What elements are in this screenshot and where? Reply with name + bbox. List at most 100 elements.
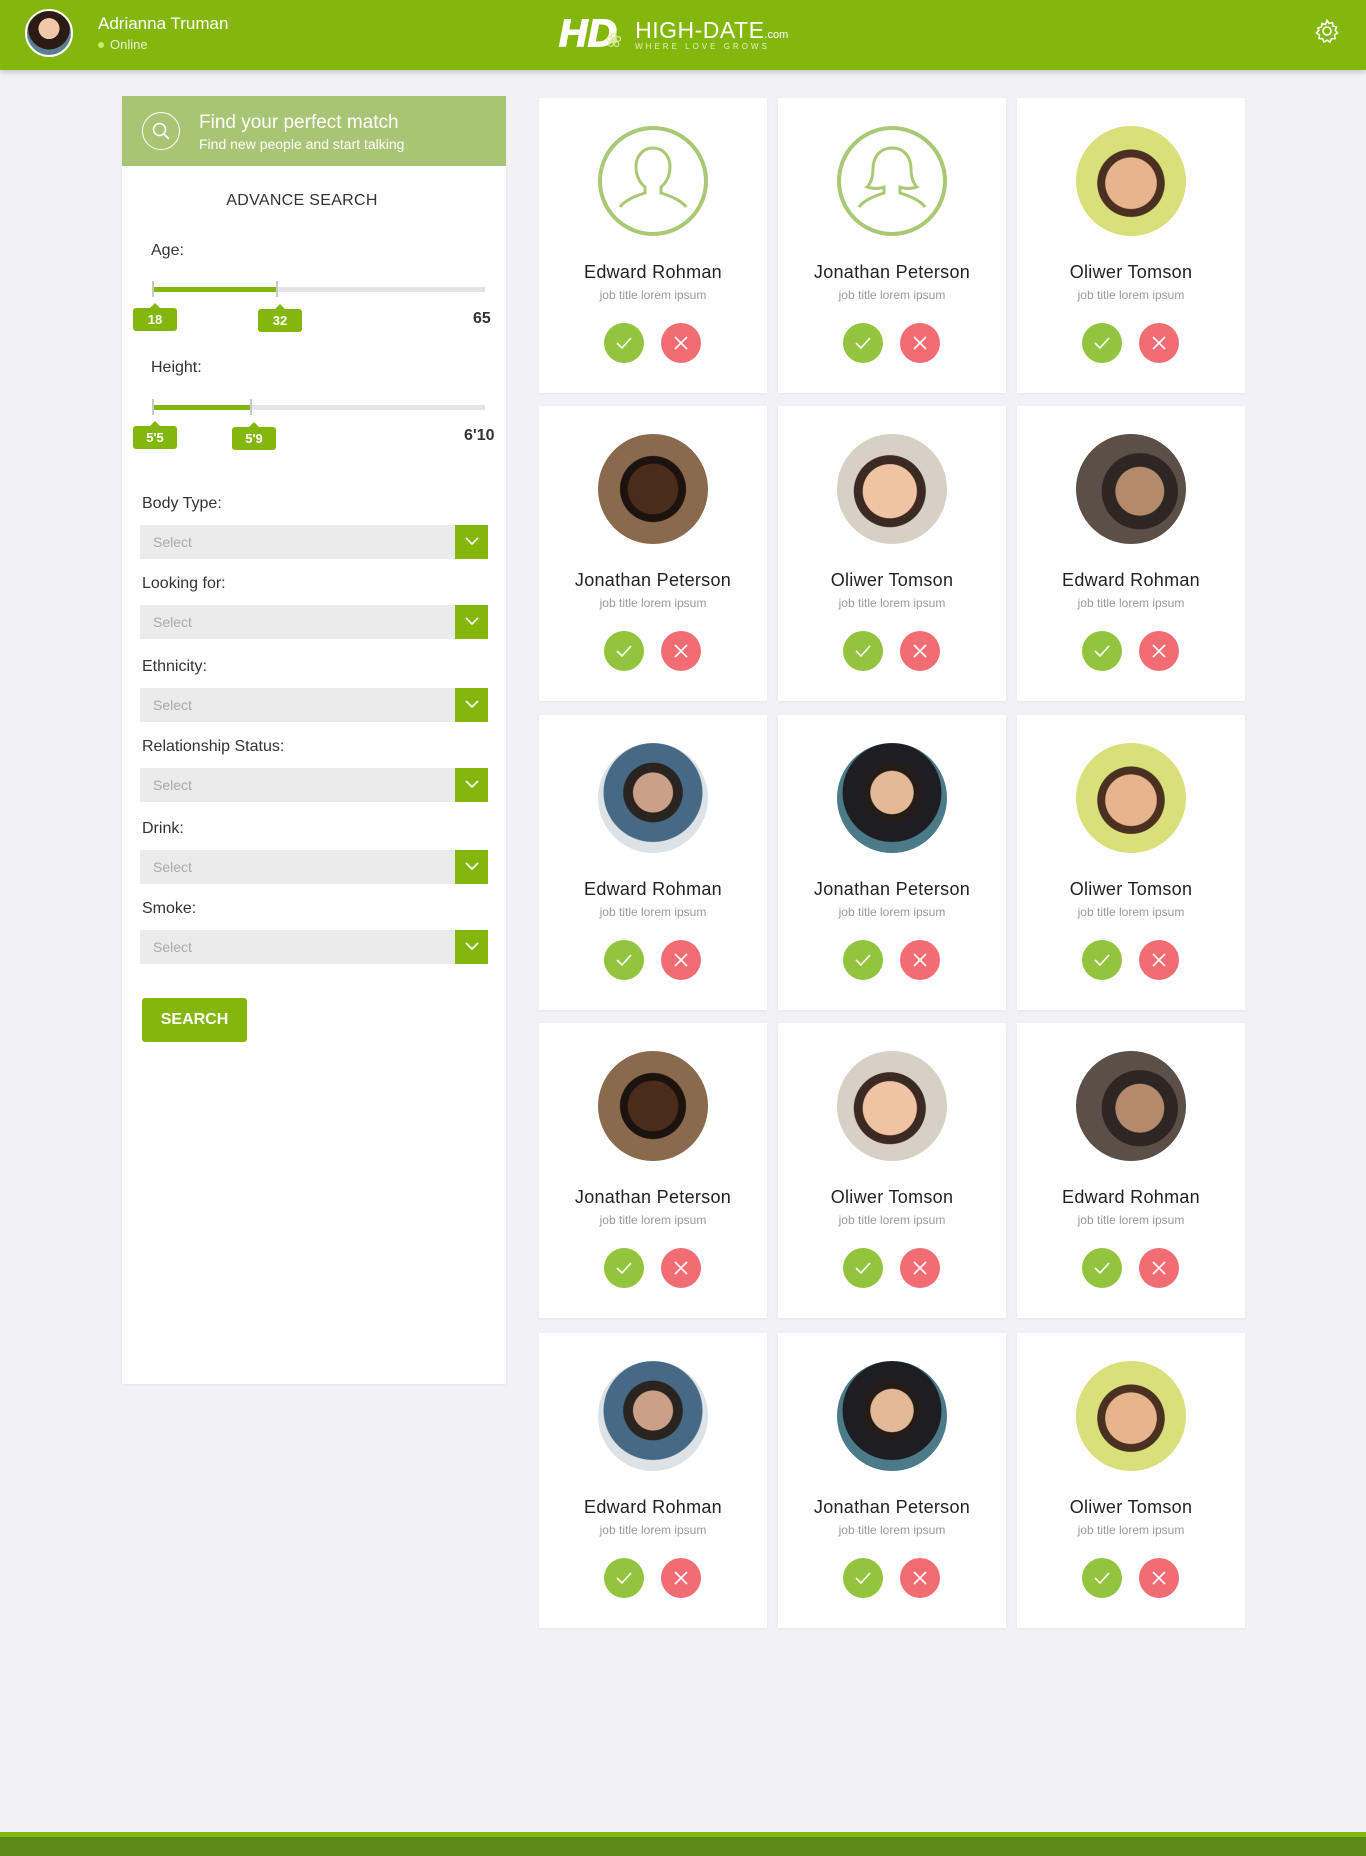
profile-card[interactable]: Oliwer Tomson job title lorem ipsum xyxy=(1017,715,1245,1010)
profile-photo[interactable] xyxy=(837,434,947,544)
check-icon[interactable] xyxy=(843,940,883,980)
check-icon[interactable] xyxy=(604,940,644,980)
age-max-handle[interactable] xyxy=(276,281,278,297)
profile-card[interactable]: Jonathan Peterson job title lorem ipsum xyxy=(539,406,767,701)
drink-select[interactable]: Select xyxy=(140,850,488,884)
check-icon[interactable] xyxy=(843,631,883,671)
check-icon[interactable] xyxy=(1082,631,1122,671)
profile-card[interactable]: Oliwer Tomson job title lorem ipsum xyxy=(778,406,1006,701)
profile-card[interactable]: Edward Rohman job title lorem ipsum xyxy=(539,1333,767,1628)
close-icon[interactable] xyxy=(661,1558,701,1598)
profile-photo[interactable] xyxy=(1076,1361,1186,1471)
profile-name[interactable]: Edward Rohman xyxy=(539,262,767,283)
profile-name[interactable]: Oliwer Tomson xyxy=(778,1187,1006,1208)
close-icon[interactable] xyxy=(661,1248,701,1288)
profile-card[interactable]: Jonathan Peterson job title lorem ipsum xyxy=(778,98,1006,393)
profile-name[interactable]: Jonathan Peterson xyxy=(539,1187,767,1208)
height-min-handle[interactable] xyxy=(152,399,154,415)
profile-name[interactable]: Edward Rohman xyxy=(539,1497,767,1518)
looking-for-select[interactable]: Select xyxy=(140,605,488,639)
close-icon[interactable] xyxy=(1139,940,1179,980)
profile-card[interactable]: Edward Rohman job title lorem ipsum xyxy=(539,98,767,393)
profile-card[interactable]: Edward Rohman job title lorem ipsum xyxy=(1017,1023,1245,1318)
check-icon[interactable] xyxy=(1082,940,1122,980)
close-icon[interactable] xyxy=(1139,1248,1179,1288)
user-avatar[interactable] xyxy=(25,9,73,57)
age-min-handle[interactable] xyxy=(152,281,154,297)
profile-name[interactable]: Oliwer Tomson xyxy=(1017,879,1245,900)
profile-name[interactable]: Edward Rohman xyxy=(1017,570,1245,591)
search-button[interactable]: SEARCH xyxy=(142,998,247,1042)
profile-name[interactable]: Jonathan Peterson xyxy=(778,1497,1006,1518)
close-icon[interactable] xyxy=(661,631,701,671)
profile-name[interactable]: Jonathan Peterson xyxy=(539,570,767,591)
profile-job-title: job title lorem ipsum xyxy=(1077,288,1185,302)
smoke-select[interactable]: Select xyxy=(140,930,488,964)
chevron-down-icon[interactable] xyxy=(455,605,488,639)
male-user-icon[interactable] xyxy=(598,126,708,236)
profile-photo[interactable] xyxy=(1076,434,1186,544)
check-icon[interactable] xyxy=(843,323,883,363)
check-icon[interactable] xyxy=(604,1558,644,1598)
profile-name[interactable]: Edward Rohman xyxy=(539,879,767,900)
check-icon[interactable] xyxy=(843,1558,883,1598)
profile-photo[interactable] xyxy=(598,434,708,544)
check-icon[interactable] xyxy=(604,323,644,363)
close-icon[interactable] xyxy=(900,323,940,363)
close-icon[interactable] xyxy=(1139,1558,1179,1598)
gear-icon[interactable] xyxy=(1314,18,1340,44)
chevron-down-icon[interactable] xyxy=(455,768,488,802)
profile-card[interactable]: Jonathan Peterson job title lorem ipsum xyxy=(778,715,1006,1010)
profile-name[interactable]: Oliwer Tomson xyxy=(1017,262,1245,283)
close-icon[interactable] xyxy=(900,631,940,671)
profile-card[interactable]: Oliwer Tomson job title lorem ipsum xyxy=(1017,1333,1245,1628)
profile-photo[interactable] xyxy=(1076,126,1186,236)
check-icon[interactable] xyxy=(1082,1248,1122,1288)
profile-card[interactable]: Oliwer Tomson job title lorem ipsum xyxy=(778,1023,1006,1318)
user-name[interactable]: Adrianna Truman xyxy=(98,14,228,34)
profile-job-title: job title lorem ipsum xyxy=(599,905,707,919)
profile-name[interactable]: Jonathan Peterson xyxy=(778,262,1006,283)
profile-photo[interactable] xyxy=(1076,743,1186,853)
profile-photo[interactable] xyxy=(598,1361,708,1471)
relationship-status-select[interactable]: Select xyxy=(140,768,488,802)
check-icon[interactable] xyxy=(604,631,644,671)
close-icon[interactable] xyxy=(661,940,701,980)
chevron-down-icon[interactable] xyxy=(455,850,488,884)
profile-card[interactable]: Oliwer Tomson job title lorem ipsum xyxy=(1017,98,1245,393)
close-icon[interactable] xyxy=(900,1248,940,1288)
profile-name[interactable]: Oliwer Tomson xyxy=(1017,1497,1245,1518)
height-max-handle[interactable] xyxy=(250,399,252,415)
age-slider[interactable] xyxy=(152,281,485,297)
close-icon[interactable] xyxy=(661,323,701,363)
height-slider[interactable] xyxy=(152,399,485,415)
body-type-select[interactable]: Select xyxy=(140,525,488,559)
chevron-down-icon[interactable] xyxy=(455,688,488,722)
profile-name[interactable]: Oliwer Tomson xyxy=(778,570,1006,591)
check-icon[interactable] xyxy=(604,1248,644,1288)
profile-photo[interactable] xyxy=(837,1051,947,1161)
profile-card[interactable]: Jonathan Peterson job title lorem ipsum xyxy=(778,1333,1006,1628)
profile-card[interactable]: Edward Rohman job title lorem ipsum xyxy=(1017,406,1245,701)
profile-card[interactable]: Jonathan Peterson job title lorem ipsum xyxy=(539,1023,767,1318)
logo[interactable]: HD ❀ HIGH-DATE.com WHERE LOVE GROWS xyxy=(558,12,788,56)
chevron-down-icon[interactable] xyxy=(455,525,488,559)
profile-card[interactable]: Edward Rohman job title lorem ipsum xyxy=(539,715,767,1010)
profile-photo[interactable] xyxy=(598,1051,708,1161)
profile-name[interactable]: Edward Rohman xyxy=(1017,1187,1245,1208)
close-icon[interactable] xyxy=(900,940,940,980)
ethnicity-select[interactable]: Select xyxy=(140,688,488,722)
female-user-icon[interactable] xyxy=(837,126,947,236)
profile-photo[interactable] xyxy=(598,743,708,853)
close-icon[interactable] xyxy=(1139,631,1179,671)
check-icon[interactable] xyxy=(1082,323,1122,363)
profile-photo[interactable] xyxy=(837,743,947,853)
profile-photo[interactable] xyxy=(1076,1051,1186,1161)
chevron-down-icon[interactable] xyxy=(455,930,488,964)
close-icon[interactable] xyxy=(900,1558,940,1598)
close-icon[interactable] xyxy=(1139,323,1179,363)
check-icon[interactable] xyxy=(843,1248,883,1288)
check-icon[interactable] xyxy=(1082,1558,1122,1598)
profile-name[interactable]: Jonathan Peterson xyxy=(778,879,1006,900)
profile-photo[interactable] xyxy=(837,1361,947,1471)
